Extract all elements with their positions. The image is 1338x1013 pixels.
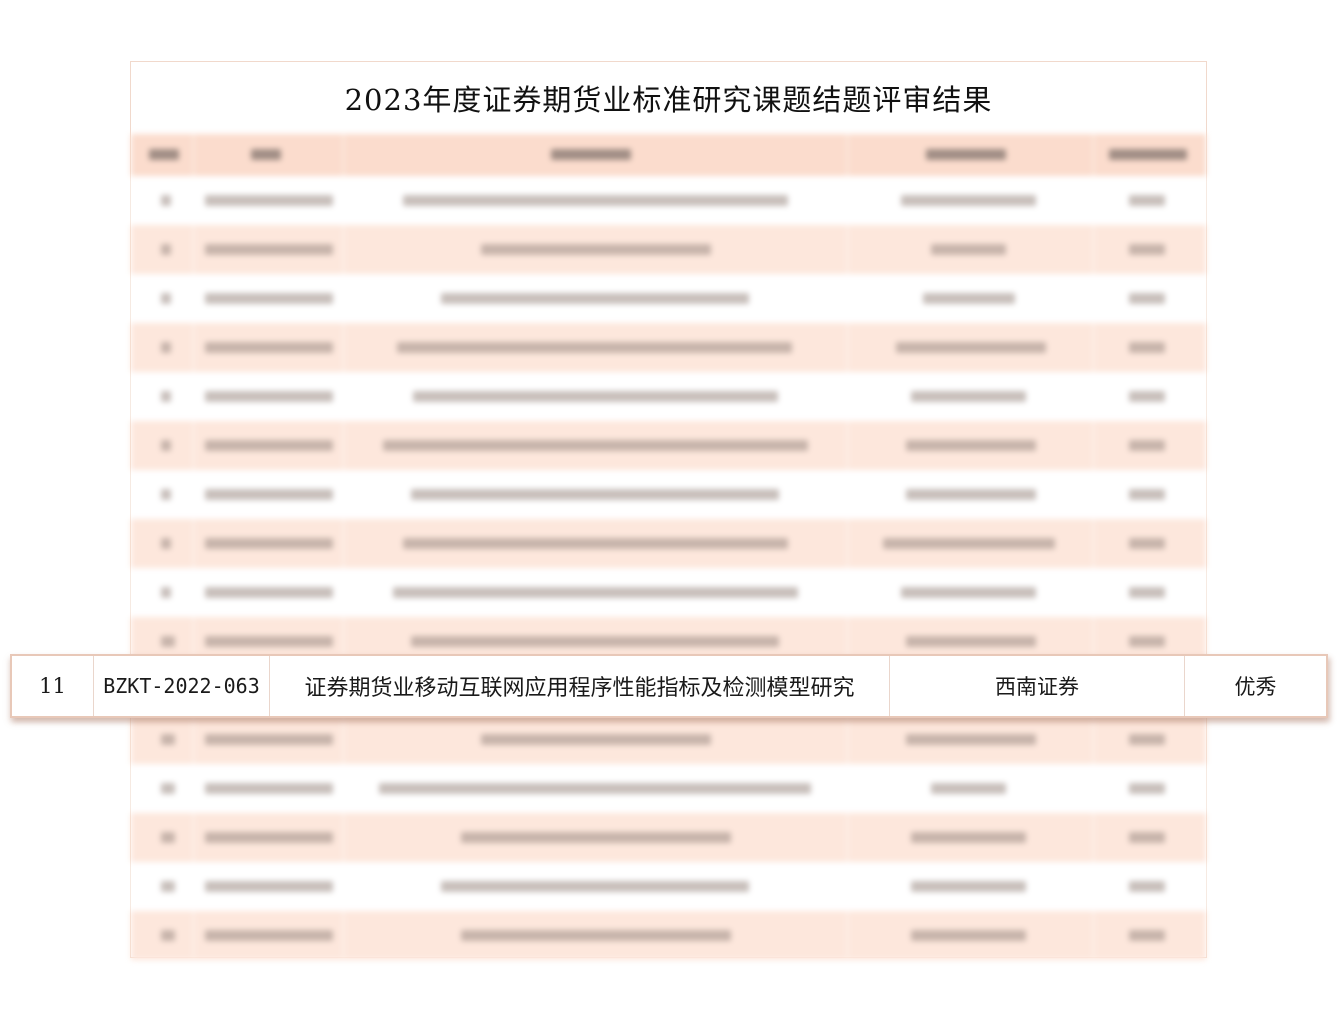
table-row [131,372,1206,421]
highlighted-table-row: 11 BZKT-2022-063 证券期货业移动互联网应用程序性能指标及检测模型… [10,654,1328,718]
document-title: 2023年度证券期货业标准研究课题结题评审结果 [344,83,993,117]
row-number: 11 [12,656,94,716]
table-row [131,911,1206,960]
table-row [131,519,1206,568]
undertaking-unit: 西南证券 [890,656,1185,716]
table-row [131,225,1206,274]
table-row [131,764,1206,813]
table-row [131,421,1206,470]
table-row [131,813,1206,862]
table-row [131,470,1206,519]
table-row [131,176,1206,225]
table-row [131,323,1206,372]
table-row [131,715,1206,764]
blurred-table [131,134,1206,960]
project-id: BZKT-2022-063 [94,656,270,716]
table-header-row [131,134,1206,176]
table-row [131,274,1206,323]
project-title: 证券期货业移动互联网应用程序性能指标及检测模型研究 [270,656,890,716]
table-row [131,862,1206,911]
review-result: 优秀 [1234,675,1277,699]
table-row [131,568,1206,617]
results-document: 2023年度证券期货业标准研究课题结题评审结果 [130,61,1207,960]
